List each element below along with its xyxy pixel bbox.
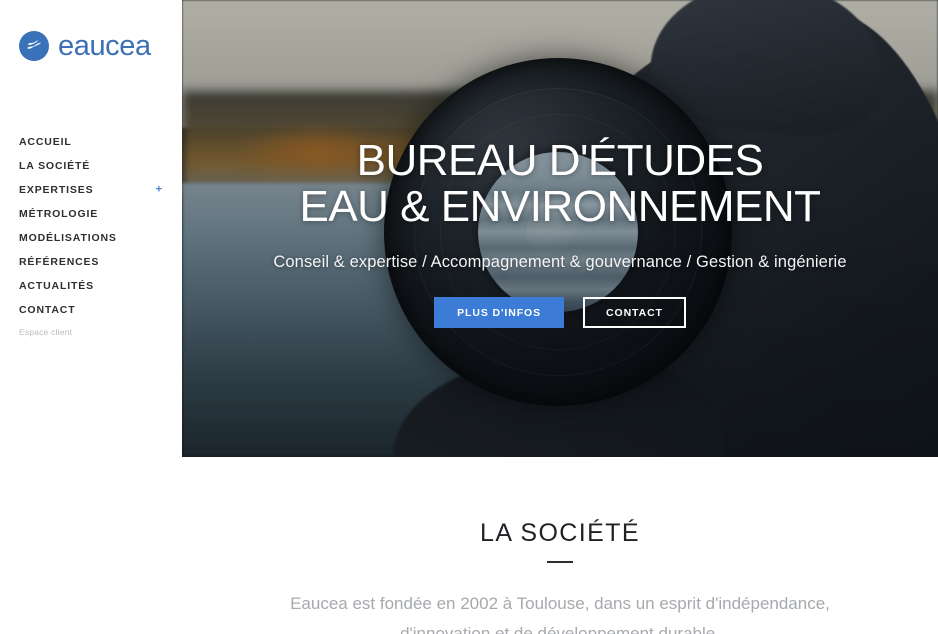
contact-button[interactable]: CONTACT <box>583 297 686 328</box>
site-logo[interactable]: eaucea <box>19 26 182 66</box>
sidebar-item-expertises[interactable]: EXPERTISES + <box>19 178 182 202</box>
nav-label: CONTACT <box>19 304 76 316</box>
hero-button-group: PLUS D'INFOS CONTACT <box>434 297 686 328</box>
sidebar-item-metrologie[interactable]: MÉTROLOGIE <box>19 202 182 226</box>
main-navigation: ACCUEIL LA SOCIÉTÉ EXPERTISES + MÉTROLOG… <box>19 130 182 322</box>
hero-banner: BUREAU D'ÉTUDES EAU & ENVIRONNEMENT Cons… <box>182 0 938 457</box>
sidebar-item-la-societe[interactable]: LA SOCIÉTÉ <box>19 154 182 178</box>
nav-label: MODÉLISATIONS <box>19 232 117 244</box>
hero-title-line-2: EAU & ENVIRONNEMENT <box>299 182 821 231</box>
nav-label: LA SOCIÉTÉ <box>19 160 91 172</box>
hero-title: BUREAU D'ÉTUDES EAU & ENVIRONNEMENT <box>299 136 821 231</box>
page-root: eaucea ACCUEIL LA SOCIÉTÉ EXPERTISES + M… <box>0 0 938 634</box>
main-content: BUREAU D'ÉTUDES EAU & ENVIRONNEMENT Cons… <box>182 0 938 634</box>
sidebar-item-modelisations[interactable]: MODÉLISATIONS <box>19 226 182 250</box>
wave-circle-logo-icon <box>19 31 49 61</box>
sidebar-item-actualites[interactable]: ACTUALITÉS <box>19 274 182 298</box>
hero-content: BUREAU D'ÉTUDES EAU & ENVIRONNEMENT Cons… <box>182 0 938 457</box>
section-title: LA SOCIÉTÉ <box>480 519 640 547</box>
nav-label: ACCUEIL <box>19 136 72 148</box>
plus-dinfos-button[interactable]: PLUS D'INFOS <box>434 297 565 328</box>
sidebar-item-accueil[interactable]: ACCUEIL <box>19 130 182 154</box>
logo-wordmark: eaucea <box>58 29 151 62</box>
section-divider <box>547 561 573 563</box>
hero-subtitle: Conseil & expertise / Accompagnement & g… <box>273 253 847 271</box>
la-societe-section: LA SOCIÉTÉ Eaucea est fondée en 2002 à T… <box>182 457 938 634</box>
nav-label: ACTUALITÉS <box>19 280 94 292</box>
section-body-text: Eaucea est fondée en 2002 à Toulouse, da… <box>290 594 830 634</box>
sidebar: eaucea ACCUEIL LA SOCIÉTÉ EXPERTISES + M… <box>0 0 182 634</box>
nav-label: EXPERTISES <box>19 184 94 196</box>
sidebar-item-contact[interactable]: CONTACT <box>19 298 182 322</box>
nav-label: MÉTROLOGIE <box>19 208 99 220</box>
espace-client-link[interactable]: Espace client <box>19 327 72 337</box>
hero-title-line-1: BUREAU D'ÉTUDES <box>356 136 764 185</box>
expand-plus-icon[interactable]: + <box>156 184 162 196</box>
sidebar-item-references[interactable]: RÉFÉRENCES <box>19 250 182 274</box>
nav-label: RÉFÉRENCES <box>19 256 100 268</box>
